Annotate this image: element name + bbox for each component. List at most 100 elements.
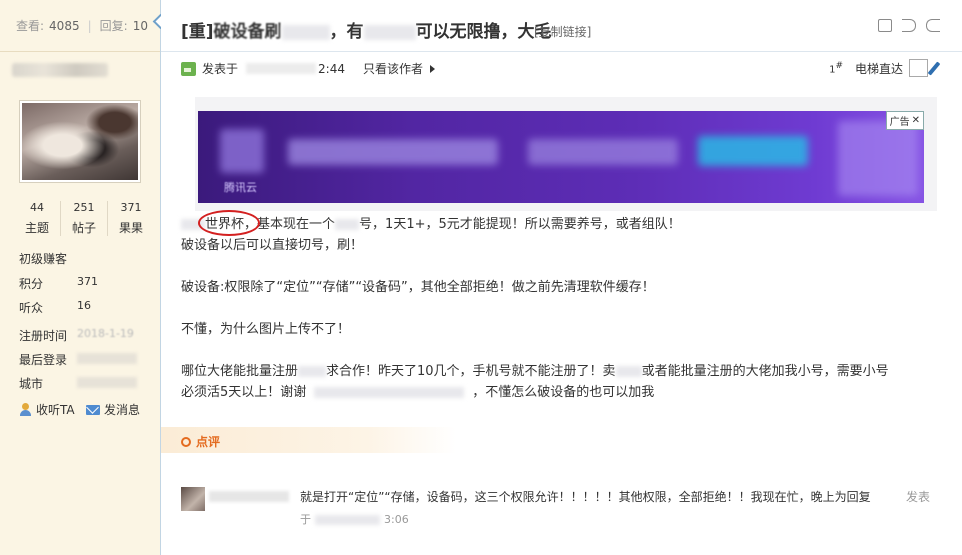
ad-text-blur (288, 139, 498, 165)
text-redaction (315, 515, 380, 525)
count-label: 主题 (24, 221, 49, 235)
stats-divider: | (87, 18, 92, 33)
comment-post-label: 发表 (906, 490, 931, 504)
floor-input[interactable] (909, 59, 928, 77)
thread-title-bar: [重]破设备刷 ，有 可以无限撸，大毛 [复制链接] (161, 0, 962, 52)
copy-link[interactable]: [复制链接] (534, 23, 591, 40)
chevron-right-icon (429, 64, 435, 73)
last-login-value (77, 351, 137, 364)
points-row: 积分 371 (19, 275, 98, 292)
prev-thread-icon[interactable] (902, 19, 916, 32)
floor-number: 1# (829, 60, 843, 76)
count-fruits[interactable]: 371 果果 (108, 201, 154, 236)
elevator-label: 电梯直达 (854, 61, 903, 76)
points-value: 371 (77, 275, 98, 288)
city-label: 城市 (19, 377, 44, 391)
listeners-row: 听众 16 (19, 299, 91, 316)
follow-button[interactable]: 收听TA (19, 401, 75, 418)
count-value: 371 (120, 201, 142, 214)
text-redaction (298, 366, 327, 377)
replies-label: 回复: (99, 19, 128, 33)
register-value: 2018-1-19 (77, 327, 134, 340)
views-label: 查看: (16, 19, 45, 33)
post-body: 世界杯，基本现在一个 号，1天1+，5元才能提现！所以需要养号，或者组队！ 破设备… (181, 210, 951, 403)
title-redaction (363, 24, 416, 40)
count-value: 44 (30, 201, 44, 214)
post-line: 必须活5天以上！谢谢 ，不懂怎么破设备的也可以加我 (181, 385, 655, 400)
post-time-redacted (246, 63, 317, 74)
ad-tag-label: 广告 (889, 117, 910, 128)
register-row: 注册时间 2018-1-19 (19, 327, 134, 344)
mail-icon (86, 404, 100, 415)
online-user-icon (181, 61, 196, 76)
author-counts: 44 主题 251 帖子 371 果果 (14, 201, 154, 236)
posted-label: 发表于 (202, 62, 239, 76)
post-line: 破设备以后可以直接切号，刷！ (181, 238, 364, 253)
ad-logo (220, 129, 264, 173)
count-value: 251 (73, 201, 95, 214)
user-level[interactable]: 初级赚客 (19, 250, 67, 267)
register-label: 注册时间 (19, 329, 68, 343)
ad-text-blur (528, 139, 678, 165)
avatar-image (22, 103, 138, 180)
author-avatar[interactable] (19, 100, 141, 183)
count-posts[interactable]: 251 帖子 (61, 201, 108, 236)
next-thread-icon[interactable] (926, 19, 940, 32)
views-count: 4085 (49, 18, 80, 33)
title-part1: 破设备刷 (213, 22, 282, 42)
review-icon (181, 436, 191, 447)
floor-nav: 1# 电梯直达 (829, 59, 941, 77)
post-main: [重]破设备刷 ，有 可以无限撸，大毛 [复制链接] 发表于 2:44 只看该作者 … (161, 0, 962, 555)
author-sidebar: 查看: 4085 | 回复: 10 44 主题 251 帖子 371 果果 初级… (0, 0, 169, 555)
title-part2: ，有 (329, 22, 364, 42)
circled-text: 世界杯 (197, 210, 261, 236)
user-add-icon (19, 403, 33, 416)
close-icon[interactable]: ✕ (912, 115, 920, 126)
listeners-label: 听众 (19, 301, 44, 315)
send-message-button[interactable]: 发消息 (86, 401, 140, 418)
ad-graphic (838, 121, 918, 196)
comment-avatar[interactable] (181, 487, 205, 511)
post-line: 不懂，为什么图片上传不了！ (181, 322, 351, 337)
thread-stats: 查看: 4085 | 回复: 10 (0, 0, 169, 52)
title-redaction (281, 24, 330, 40)
ad-container: 腾讯云 广告 ✕ (195, 97, 937, 211)
review-label: 点评 (196, 435, 221, 449)
author-username[interactable] (12, 63, 108, 77)
text-redaction (335, 219, 360, 230)
comment-time: 于 3:06 (300, 513, 409, 526)
title-prefix: [重] (181, 22, 214, 42)
post-meta: 发表于 2:44 只看该作者 (181, 60, 435, 77)
follow-label: 收听TA (36, 403, 75, 417)
ad-cta-blur (698, 136, 808, 166)
points-label: 积分 (19, 277, 44, 291)
count-threads[interactable]: 44 主题 (14, 201, 61, 236)
replies-count: 10 (132, 18, 148, 33)
comment-username[interactable] (209, 491, 289, 502)
title-tools (878, 19, 940, 32)
ad-banner[interactable]: 腾讯云 广告 ✕ (198, 111, 924, 203)
comment-text: 就是打开“定位”“存储，设备码，这三个权限允许！！！！！其他权限，全部拒绝！！我… (300, 490, 871, 504)
city-row: 城市 (19, 375, 137, 392)
count-label: 果果 (118, 221, 143, 235)
only-author-link[interactable]: 只看该作者 (363, 60, 423, 77)
listeners-value: 16 (77, 299, 91, 312)
post-line: 破设备:权限除了“定位”“存储”“设备码”，其他全部拒绝！做之前先清理软件缓存！ (181, 280, 655, 295)
post-line: 哪位大佬能批量注册 求合作！昨天了10几个，手机号就不能注册了！卖 或者能批量注册的… (181, 364, 889, 379)
ad-brand: 腾讯云 (224, 181, 257, 194)
count-label: 帖子 (71, 221, 96, 235)
review-header: 点评 (181, 433, 220, 450)
message-label: 发消息 (104, 403, 141, 417)
go-floor-icon[interactable] (927, 60, 941, 76)
text-redaction (314, 387, 465, 398)
ad-tag[interactable]: 广告 ✕ (885, 111, 924, 130)
city-value (77, 375, 137, 388)
print-icon[interactable] (878, 19, 892, 32)
post-line: 世界杯，基本现在一个 号，1天1+，5元才能提现！所以需要养号，或者组队！ (181, 210, 951, 236)
post-time: 2:44 (318, 61, 345, 76)
text-redaction (615, 366, 642, 377)
last-login-label: 最后登录 (19, 353, 68, 367)
last-login-row: 最后登录 (19, 351, 137, 368)
thread-title: [重]破设备刷 ，有 可以无限撸，大毛 (181, 17, 552, 42)
title-part3: 可以无限撸，大毛 (415, 22, 552, 42)
